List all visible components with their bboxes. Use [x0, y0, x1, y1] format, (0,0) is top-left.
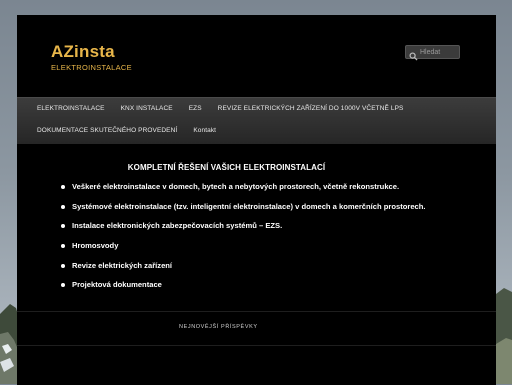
list-item-text: Hromosvody	[72, 241, 119, 251]
site-footer	[17, 345, 496, 385]
bullet-icon	[61, 244, 65, 249]
bullet-icon	[61, 204, 65, 209]
nav-item-dokumentace[interactable]: DOKUMENTACE SKUTEČNÉHO PROVEDENÍ	[17, 121, 185, 141]
nav-item-knx-instalace[interactable]: KNX INSTALACE	[113, 99, 181, 119]
nav-row-1: ELEKTROINSTALACE KNX INSTALACE EZS REVIZ…	[17, 99, 411, 119]
list-item: Veškeré elektroinstalace v domech, bytec…	[61, 181, 426, 201]
page-container: AZinsta ELEKTROINSTALACE Hledat ELEKTROI…	[17, 15, 496, 385]
bullet-icon	[61, 283, 65, 288]
list-item: Instalace elektronických zabezpečovacích…	[61, 220, 426, 240]
site-description: ELEKTROINSTALACE	[51, 63, 132, 72]
footer-widget-area: NEJNOVĚJŠÍ PŘÍSPĚVKY	[17, 311, 496, 344]
services-list: Veškeré elektroinstalace v domech, bytec…	[61, 181, 426, 299]
list-item: Revize elektrických zařízení	[61, 260, 426, 280]
list-item: Systémové elektroinstalace (tzv. intelig…	[61, 201, 426, 221]
site-title[interactable]: AZinsta	[51, 42, 115, 62]
nav-row-2: DOKUMENTACE SKUTEČNÉHO PROVEDENÍ Kontakt	[17, 121, 224, 141]
main-navigation: ELEKTROINSTALACE KNX INSTALACE EZS REVIZ…	[17, 97, 496, 144]
content-heading: KOMPLETNÍ ŘEŠENÍ VAŠICH ELEKTROINSTALACÍ	[127, 163, 326, 172]
search-icon	[409, 48, 418, 61]
list-item-text: Projektová dokumentace	[72, 280, 162, 290]
recent-posts-heading: NEJNOVĚJŠÍ PŘÍSPĚVKY	[179, 324, 258, 330]
search-placeholder: Hledat	[420, 48, 441, 56]
main-content: KOMPLETNÍ ŘEŠENÍ VAŠICH ELEKTROINSTALACÍ…	[17, 144, 496, 310]
nav-item-ezs[interactable]: EZS	[181, 99, 210, 119]
bullet-icon	[61, 224, 65, 229]
list-item-text: Veškeré elektroinstalace v domech, bytec…	[72, 182, 400, 191]
nav-item-elektroinstalace[interactable]: ELEKTROINSTALACE	[17, 99, 113, 119]
bullet-icon	[61, 185, 65, 189]
bullet-icon	[61, 263, 65, 268]
list-item: Hromosvody	[61, 240, 426, 260]
nav-item-revize[interactable]: REVIZE ELEKTRICKÝCH ZAŘÍZENÍ DO 1000V VČ…	[210, 99, 412, 119]
list-item-text: Instalace elektronických zabezpečovacích…	[72, 221, 283, 231]
list-item-text: Revize elektrických zařízení	[72, 260, 173, 270]
list-item: Projektová dokumentace	[61, 279, 426, 299]
nav-item-kontakt[interactable]: Kontakt	[185, 121, 224, 141]
list-item-text: Systémové elektroinstalace (tzv. intelig…	[72, 201, 426, 211]
search-input[interactable]: Hledat	[405, 45, 460, 61]
